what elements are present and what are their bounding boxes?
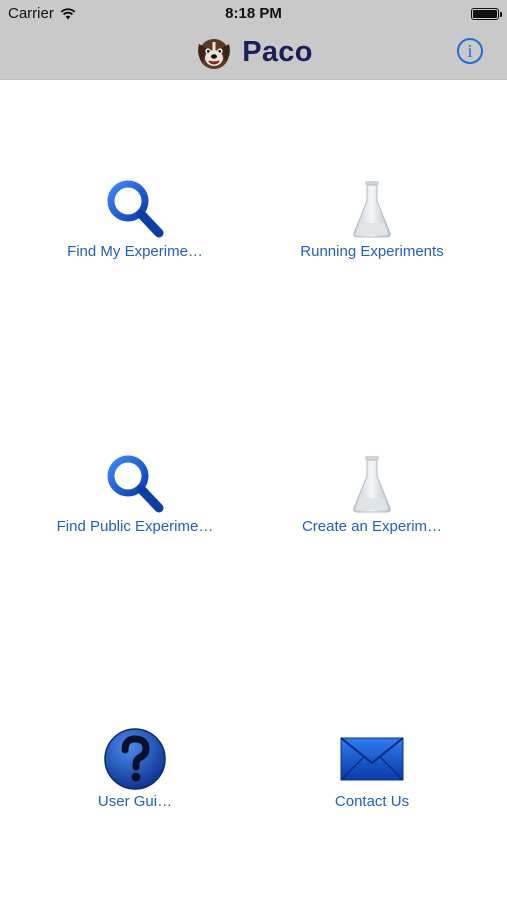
app-title: Paco bbox=[242, 35, 313, 68]
running-experiments-button[interactable]: Running Experiments bbox=[257, 175, 487, 285]
magnifier-icon bbox=[107, 180, 164, 238]
user-guide-button[interactable]: User Gui… bbox=[20, 725, 250, 835]
status-time: 8:18 PM bbox=[225, 5, 282, 22]
tile-label: Find Public Experime… bbox=[56, 518, 214, 535]
dog-logo-icon bbox=[198, 39, 231, 69]
tile-label: Find My Experime… bbox=[67, 243, 203, 260]
info-button[interactable]: i bbox=[457, 38, 483, 64]
flask-icon bbox=[353, 456, 391, 513]
info-icon: i bbox=[467, 41, 473, 61]
tile-label: Contact Us bbox=[334, 793, 410, 810]
find-public-experiments-button[interactable]: Find Public Experime… bbox=[20, 450, 250, 560]
find-my-experiments-button[interactable]: Find My Experime… bbox=[20, 175, 250, 285]
tile-label: Create an Experim… bbox=[301, 518, 443, 535]
question-icon bbox=[104, 728, 166, 790]
envelope-icon bbox=[340, 737, 404, 781]
magnifier-icon bbox=[107, 455, 164, 513]
contact-us-button[interactable]: Contact Us bbox=[257, 725, 487, 835]
home-screen: Carrier 8:18 PM Paco i Find My Experime…… bbox=[0, 0, 507, 900]
battery-icon bbox=[471, 8, 502, 20]
tile-label: Running Experiments bbox=[300, 243, 444, 260]
tile-label: User Gui… bbox=[97, 793, 173, 810]
status-bar: Carrier 8:18 PM bbox=[0, 0, 507, 28]
top-bar: Carrier 8:18 PM Paco i bbox=[0, 0, 507, 80]
nav-title-area: Paco bbox=[0, 31, 507, 73]
flask-icon bbox=[353, 181, 391, 238]
create-experiment-button[interactable]: Create an Experim… bbox=[257, 450, 487, 560]
